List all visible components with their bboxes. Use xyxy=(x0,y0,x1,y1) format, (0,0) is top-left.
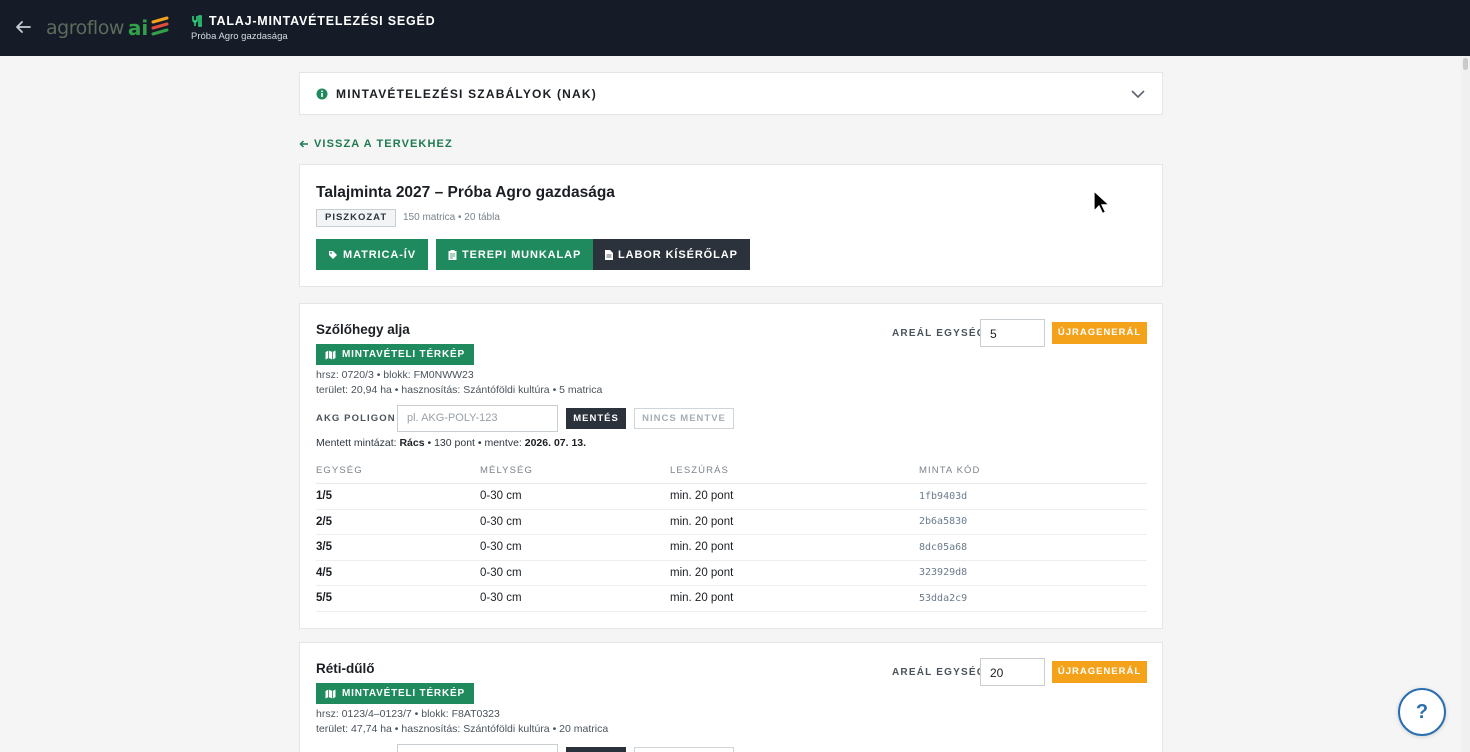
saved-date: 2026. 07. 13. xyxy=(524,437,587,449)
save-button[interactable]: MENTÉS xyxy=(566,408,626,429)
field-name: Szőlőhegy alja xyxy=(316,322,410,337)
cell-depth: 0-30 cm xyxy=(480,592,522,605)
sampling-map-button[interactable]: MINTAVÉTELI TÉRKÉP xyxy=(316,344,474,365)
labor-kiserolap-button[interactable]: LABOR KÍSÉRŐLAP xyxy=(593,239,750,270)
back-arrow-icon[interactable] xyxy=(14,18,32,36)
agroflow-logo[interactable]: agroflow ai xyxy=(46,13,170,43)
app-title: TALAJ-MINTAVÉTELEZÉSI SEGÉD xyxy=(191,14,435,28)
cell-stab: min. 20 pont xyxy=(670,592,734,605)
clipboard-icon xyxy=(448,249,457,260)
map-icon xyxy=(325,689,336,698)
rules-title: MINTAVÉTELEZÉSI SZABÁLYOK (NAK) xyxy=(336,87,597,101)
logo-mark-icon xyxy=(151,16,169,36)
regenerate-button[interactable]: ÚJRAGENERÁL xyxy=(1052,322,1147,344)
saved-pattern: Rács xyxy=(399,437,425,449)
back-link-label: VISSZA A TERVEKHEZ xyxy=(314,138,453,150)
field-parcel-info: hrsz: 0720/3 • blokk: FM0NWW23 xyxy=(316,369,474,381)
cell-depth: 0-30 cm xyxy=(480,566,522,579)
matrica-button-label: MATRICA-ÍV xyxy=(343,248,416,261)
info-icon xyxy=(316,88,328,100)
scroll-thumb[interactable] xyxy=(1463,58,1468,70)
table-row: 1/5 0-30 cm min. 20 pont 1fb9403d xyxy=(316,484,1147,510)
saved-points: • 130 pont • mentve: xyxy=(427,437,522,449)
cell-unit: 5/5 xyxy=(316,592,332,605)
top-bar: agroflow ai TALAJ-MINTAVÉTELEZÉSI SEGÉD … xyxy=(0,0,1470,56)
cell-unit: 2/5 xyxy=(316,515,332,528)
matrica-button[interactable]: MATRICA-ÍV xyxy=(316,239,428,270)
regenerate-button[interactable]: ÚJRAGENERÁL xyxy=(1052,661,1147,683)
cell-code: 2b6a5830 xyxy=(919,516,968,528)
areal-unit-input[interactable]: 20 xyxy=(980,658,1045,686)
cell-unit: 4/5 xyxy=(316,566,332,579)
akg-polygon-input[interactable] xyxy=(397,744,558,752)
akg-polygon-label: AKG POLIGON xyxy=(316,413,396,424)
terepi-munkalap-button[interactable]: TEREPI MUNKALAP xyxy=(436,239,594,270)
table-row: 2/5 0-30 cm min. 20 pont 2b6a5830 xyxy=(316,510,1147,535)
cell-stab: min. 20 pont xyxy=(670,515,734,528)
table-row: 5/5 0-30 cm min. 20 pont 53dda2c9 xyxy=(316,586,1147,612)
labor-button-label: LABOR KÍSÉRŐLAP xyxy=(618,248,738,261)
save-button[interactable] xyxy=(566,747,626,752)
terepi-button-label: TEREPI MUNKALAP xyxy=(462,248,582,261)
cell-code: 53dda2c9 xyxy=(919,592,968,604)
cell-unit: 1/5 xyxy=(316,490,332,503)
col-depth: MÉLYSÉG xyxy=(480,465,533,476)
field-parcel-info: hrsz: 0123/4–0123/7 • blokk: F8AT0323 xyxy=(316,708,500,720)
field-name: Réti-dűlő xyxy=(316,661,375,676)
table-row: 4/5 0-30 cm min. 20 pont 323929d8 xyxy=(316,561,1147,586)
plan-card: Talajminta 2027 – Próba Agro gazdasága P… xyxy=(299,164,1163,287)
app-title-text: TALAJ-MINTAVÉTELEZÉSI SEGÉD xyxy=(209,14,436,28)
sampling-map-label: MINTAVÉTELI TÉRKÉP xyxy=(342,349,465,360)
cell-depth: 0-30 cm xyxy=(480,541,522,554)
cell-stab: min. 20 pont xyxy=(670,541,734,554)
app-subtitle: Próba Agro gazdasága xyxy=(191,31,288,42)
document-icon xyxy=(605,249,613,260)
arrow-left-icon xyxy=(299,140,308,148)
logo-ai: ai xyxy=(127,16,149,40)
status-badge: PISZKOZAT xyxy=(316,209,397,227)
rules-accordion[interactable]: MINTAVÉTELEZÉSI SZABÁLYOK (NAK) xyxy=(299,72,1163,115)
plan-meta: 150 matrica • 20 tábla xyxy=(403,212,500,223)
chevron-down-icon[interactable] xyxy=(1130,86,1146,102)
back-to-plans-link[interactable]: VISSZA A TERVEKHEZ xyxy=(299,138,453,150)
cell-stab: min. 20 pont xyxy=(670,490,734,503)
field-card: Réti-dűlő MINTAVÉTELI TÉRKÉP hrsz: 0123/… xyxy=(299,642,1163,752)
sample-table: EGYSÉG MÉLYSÉG LESZÚRÁS MINTA KÓD 1/5 0-… xyxy=(316,464,1147,612)
tag-icon xyxy=(329,250,337,259)
sampling-map-button[interactable]: MINTAVÉTELI TÉRKÉP xyxy=(316,683,474,704)
areal-unit-label: AREÁL EGYSÉG xyxy=(892,328,986,339)
logo-wordmark: agroflow xyxy=(46,17,124,39)
col-unit: EGYSÉG xyxy=(316,465,363,476)
map-icon xyxy=(325,350,336,359)
col-code: MINTA KÓD xyxy=(919,465,981,476)
cell-code: 323929d8 xyxy=(919,567,968,579)
table-row: 3/5 0-30 cm min. 20 pont 8dc05a68 xyxy=(316,535,1147,561)
plan-title: Talajminta 2027 – Próba Agro gazdasága xyxy=(316,184,615,201)
areal-unit-label: AREÁL EGYSÉG xyxy=(892,667,986,678)
cell-depth: 0-30 cm xyxy=(480,515,522,528)
col-stab: LESZÚRÁS xyxy=(670,465,729,476)
mouse-cursor-icon xyxy=(1093,190,1111,215)
areal-unit-input[interactable]: 5 xyxy=(980,319,1045,347)
cell-code: 8dc05a68 xyxy=(919,541,968,553)
cell-code: 1fb9403d xyxy=(919,490,968,502)
sampling-map-label: MINTAVÉTELI TÉRKÉP xyxy=(342,688,465,699)
field-card: Szőlőhegy alja MINTAVÉTELI TÉRKÉP hrsz: … xyxy=(299,303,1163,629)
saved-pattern-info: Mentett mintázat: Rács • 130 pont • ment… xyxy=(316,437,586,449)
help-button[interactable]: ? xyxy=(1398,688,1446,736)
field-area-info: terület: 20,94 ha • hasznosítás: Szántóf… xyxy=(316,384,603,396)
save-status-badge: NINCS MENTVE xyxy=(634,408,734,429)
tool-icon xyxy=(192,15,202,27)
field-area-info: terület: 47,74 ha • hasznosítás: Szántóf… xyxy=(316,723,609,735)
cell-unit: 3/5 xyxy=(316,541,332,554)
table-header: EGYSÉG MÉLYSÉG LESZÚRÁS MINTA KÓD xyxy=(316,464,1147,484)
page-scrollbar[interactable] xyxy=(1461,56,1470,752)
akg-polygon-input[interactable]: pl. AKG-POLY-123 xyxy=(397,405,558,432)
cell-depth: 0-30 cm xyxy=(480,490,522,503)
cell-stab: min. 20 pont xyxy=(670,566,734,579)
saved-prefix: Mentett mintázat: xyxy=(316,437,397,449)
save-status-badge xyxy=(634,747,734,752)
